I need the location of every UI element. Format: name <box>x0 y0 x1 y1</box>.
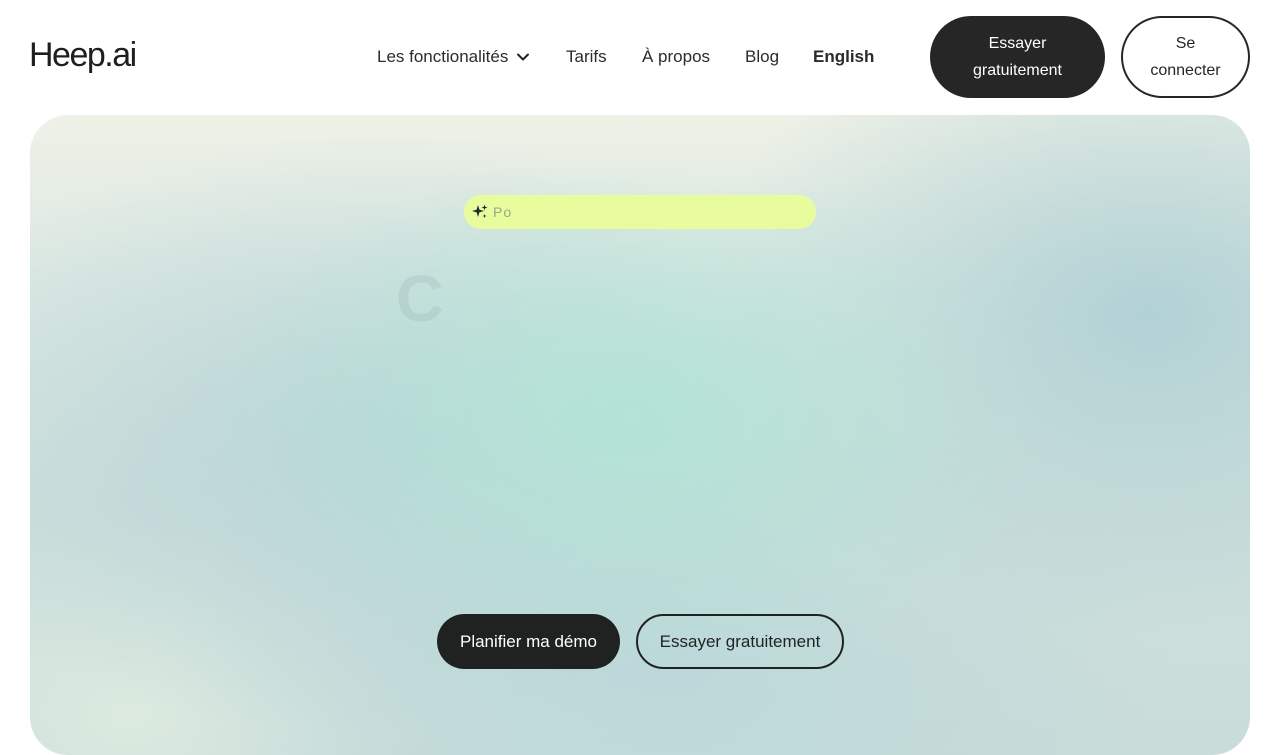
badge-text: Po <box>493 204 513 220</box>
try-free-button-header[interactable]: Essayer gratuitement <box>930 16 1105 98</box>
sparkles-icon <box>472 204 488 218</box>
site-header: Heep.ai Les fonctionalités Tarifs À prop… <box>0 0 1280 115</box>
nav-item-about[interactable]: À propos <box>642 47 710 67</box>
nav-item-features[interactable]: Les fonctionalités <box>377 47 508 67</box>
chevron-down-icon[interactable] <box>516 50 530 64</box>
hero-badge: Po <box>464 195 816 229</box>
logo[interactable]: Heep.ai <box>29 36 137 75</box>
nav-item-language[interactable]: English <box>813 47 874 67</box>
hero-section: Po C Planifier ma démo Essayer gratuitem… <box>30 115 1250 755</box>
login-button[interactable]: Se connecter <box>1121 16 1250 98</box>
schedule-demo-button[interactable]: Planifier ma démo <box>437 614 620 669</box>
hero-heading: C <box>396 261 444 335</box>
nav-item-blog[interactable]: Blog <box>745 47 779 67</box>
try-free-button[interactable]: Essayer gratuitement <box>636 614 844 669</box>
nav-item-pricing[interactable]: Tarifs <box>566 47 607 67</box>
